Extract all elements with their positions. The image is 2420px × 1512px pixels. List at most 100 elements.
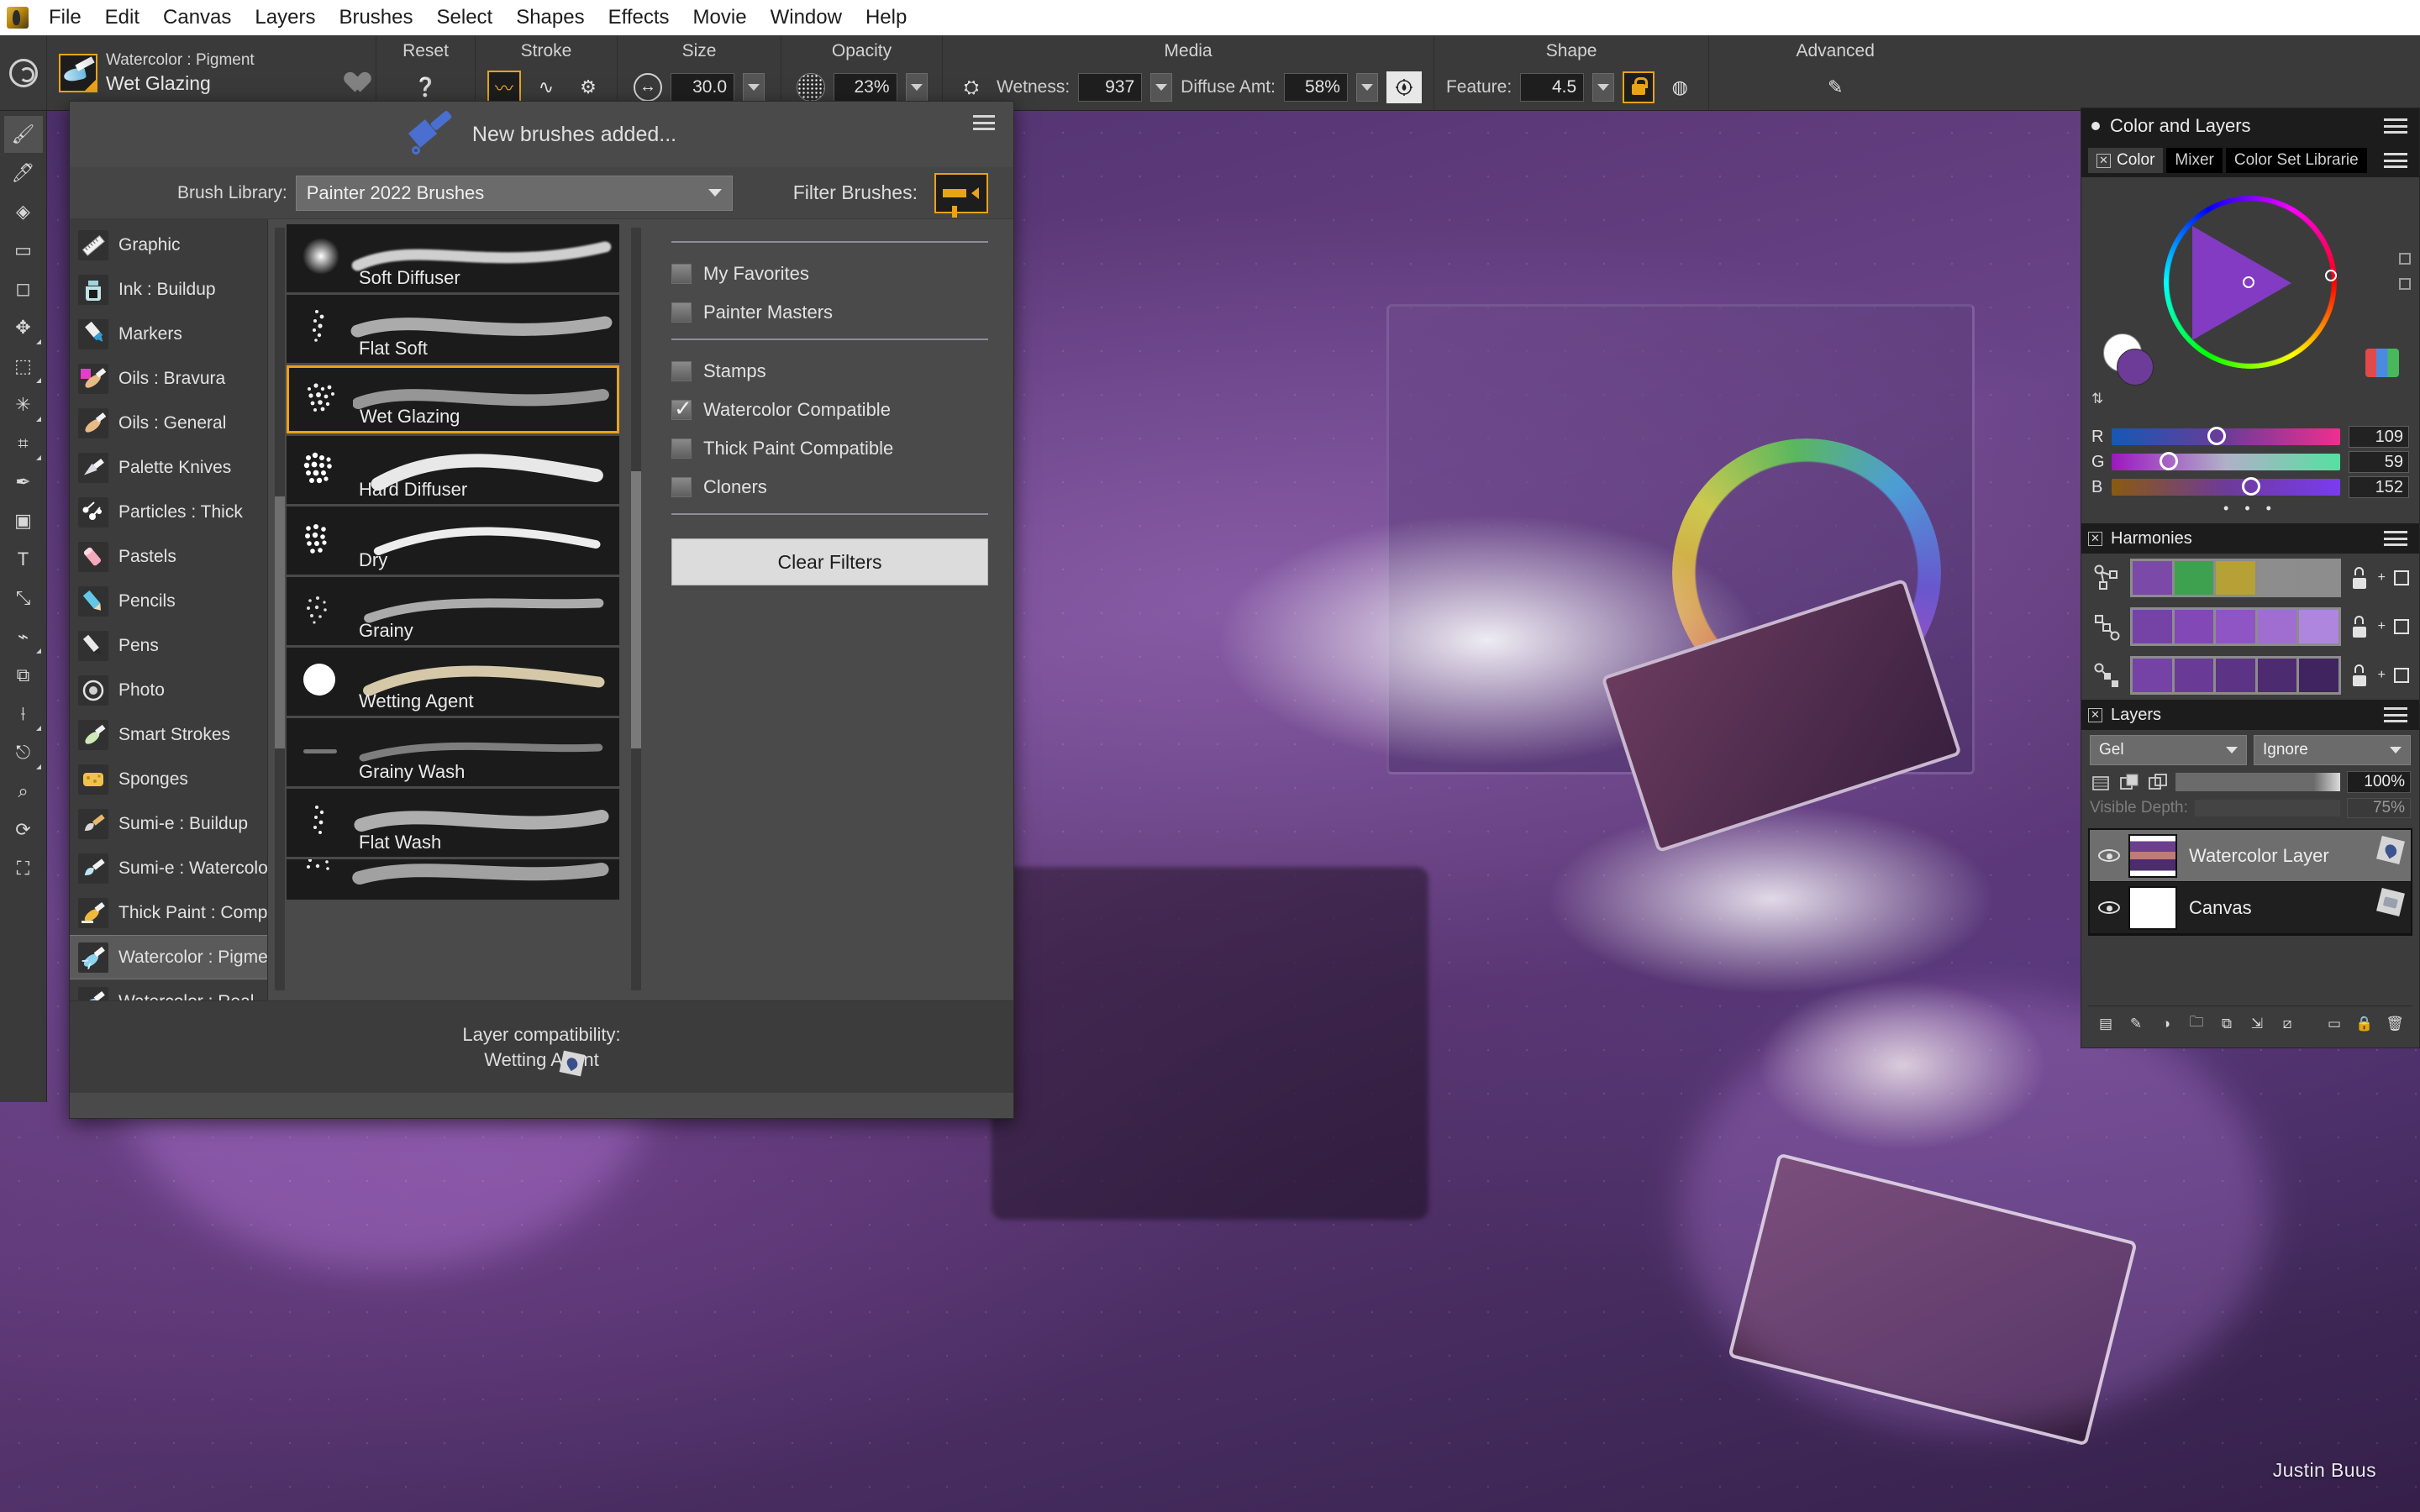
layer-list[interactable]: Watercolor Layer Canvas	[2088, 828, 2412, 936]
clear-filters-button[interactable]: Clear Filters	[671, 538, 988, 585]
filter-cloners[interactable]: Cloners	[671, 468, 988, 507]
tool-lasso[interactable]: ⬚	[4, 348, 43, 385]
tool-rectangle-select[interactable]: ▭	[4, 232, 43, 269]
rgb-row-g[interactable]: G 59	[2091, 449, 2409, 475]
tool-magnifier[interactable]: ⌕	[4, 773, 43, 810]
blend-mode-select[interactable]: Gel	[2090, 735, 2247, 765]
harmony-row-tints[interactable]: +	[2081, 602, 2419, 651]
harmony-swatches[interactable]	[2130, 559, 2341, 597]
advanced-brush-controls-icon[interactable]: ✎	[1818, 71, 1852, 104]
triangle-color-marker[interactable]	[2243, 276, 2254, 288]
brush-category-pens[interactable]: Pens	[70, 623, 267, 668]
feature-dropdown-icon[interactable]	[1592, 73, 1614, 102]
brush-variant-hard-diffuser[interactable]: Hard Diffuser	[287, 436, 619, 504]
diffuse-amount-value[interactable]: 58%	[1284, 73, 1348, 102]
layer-mask-icon[interactable]: ◑	[2155, 1014, 2177, 1034]
brush-category-oils-bravura[interactable]: Oils : Bravura	[70, 356, 267, 401]
add-swatch-icon[interactable]: +	[2378, 668, 2386, 683]
filter-thick-paint-compatible[interactable]: Thick Paint Compatible	[671, 429, 988, 468]
brush-category-thick-paint-compatible[interactable]: Thick Paint : Compatible	[70, 890, 267, 935]
brush-variant-soft-diffuser[interactable]: Soft Diffuser	[287, 224, 619, 292]
menu-edit[interactable]: Edit	[93, 3, 151, 32]
tool-text[interactable]: T	[4, 541, 43, 578]
tool-magic-wand[interactable]: ✳	[4, 386, 43, 423]
brush-category-graphic[interactable]: Graphic	[70, 223, 267, 267]
tool-pen[interactable]: ✒	[4, 464, 43, 501]
harmony-swatches[interactable]	[2130, 656, 2341, 695]
brush-variant-grainy[interactable]: Grainy	[287, 577, 619, 645]
current-brush-selector[interactable]: Watercolor : Pigment Wet Glazing	[47, 35, 376, 110]
brush-category-sponges[interactable]: Sponges	[70, 757, 267, 801]
diffuse-amount-dropdown-icon[interactable]	[1356, 73, 1378, 102]
checkbox[interactable]	[671, 438, 692, 459]
brush-size-icon[interactable]	[634, 73, 662, 102]
rgb-row-b[interactable]: B 152	[2091, 475, 2409, 500]
checkbox[interactable]	[671, 400, 692, 420]
stamp-icon[interactable]	[1386, 71, 1422, 103]
pick-up-underlying-color-icon[interactable]	[2118, 771, 2140, 793]
layer-row-canvas[interactable]: Canvas	[2090, 882, 2411, 934]
brush-library-select[interactable]: Painter 2022 Brushes	[296, 176, 733, 211]
brush-category-markers[interactable]: Markers	[70, 312, 267, 356]
close-icon[interactable]: ✕	[2088, 708, 2102, 722]
brush-category-oils-general[interactable]: Oils : General	[70, 401, 267, 445]
brush-size-dropdown-icon[interactable]	[743, 73, 765, 102]
preserve-transparency-icon[interactable]	[2147, 771, 2169, 793]
menu-layers[interactable]: Layers	[243, 3, 327, 32]
new-swatch-icon[interactable]	[2394, 619, 2409, 634]
tool-paint-bucket[interactable]: ◈	[4, 193, 43, 230]
menu-help[interactable]: Help	[854, 3, 918, 32]
new-layer-icon[interactable]: ▤	[2095, 1014, 2117, 1034]
layer-row-watercolor-layer[interactable]: Watercolor Layer	[2090, 830, 2411, 882]
tool-rectangle-shape[interactable]: ▣	[4, 502, 43, 539]
menu-movie[interactable]: Movie	[681, 3, 759, 32]
tab-color-set-libraries[interactable]: Color Set Librarie	[2226, 148, 2367, 173]
tool-perspective[interactable]: ⟊	[4, 696, 43, 732]
tool-grabber[interactable]: ⛶	[4, 850, 43, 887]
variant-scrollbar-thumb[interactable]	[631, 471, 641, 748]
primary-color-swatch[interactable]	[2117, 349, 2154, 386]
brush-shape-preview-icon[interactable]: ◍	[1663, 71, 1697, 104]
tool-mirror[interactable]: ⧉	[4, 657, 43, 694]
stroke-settings-icon[interactable]: ⚙	[571, 71, 605, 104]
tool-cloner[interactable]: ⎋	[4, 734, 43, 771]
dynamic-plugin-icon[interactable]: ✎	[2125, 1014, 2147, 1034]
brush-category-watercolor-real[interactable]: Watercolor : Real	[70, 979, 267, 1000]
brush-category-watercolor-pigment[interactable]: Watercolor : Pigment	[70, 935, 267, 979]
new-swatch-icon[interactable]	[2394, 570, 2409, 585]
brush-category-smart-strokes[interactable]: Smart Strokes	[70, 712, 267, 757]
checkbox[interactable]	[671, 361, 692, 381]
funnel-icon[interactable]	[934, 173, 988, 213]
close-icon[interactable]: ✕	[2088, 532, 2102, 546]
hamburger-icon[interactable]	[2384, 153, 2407, 168]
rgb-value-g[interactable]: 59	[2349, 451, 2409, 473]
close-icon[interactable]: ✕	[2096, 154, 2111, 168]
collapse-panel-icon[interactable]	[2399, 278, 2411, 290]
brush-variant-flat-soft[interactable]: Flat Soft	[287, 295, 619, 363]
brush-category-pastels[interactable]: Pastels	[70, 534, 267, 579]
tool-crop[interactable]: ⌗	[4, 425, 43, 462]
feature-value[interactable]: 4.5	[1520, 73, 1584, 102]
hamburger-icon[interactable]	[2384, 118, 2407, 134]
lock-layer-icon[interactable]: 🔒	[2354, 1014, 2375, 1034]
composite-icon[interactable]: ⧄	[2276, 1014, 2298, 1034]
slider-b[interactable]	[2112, 479, 2340, 496]
layer-opacity-slider[interactable]	[2175, 773, 2340, 791]
group-icon[interactable]: 🗀	[2186, 1014, 2207, 1034]
tool-dropper[interactable]: 🖊	[4, 155, 43, 192]
checkbox[interactable]	[671, 477, 692, 497]
color-more-options-icon[interactable]: • • •	[2091, 500, 2409, 515]
add-swatch-icon[interactable]: +	[2378, 619, 2386, 634]
media-layers-icon[interactable]: ⛭	[955, 71, 988, 104]
menu-effects[interactable]: Effects	[597, 3, 681, 32]
rgb-row-r[interactable]: R 109	[2091, 424, 2409, 449]
new-swatch-icon[interactable]	[2394, 668, 2409, 683]
saturation-value-triangle[interactable]	[2192, 226, 2291, 340]
brush-variant-dry[interactable]: Dry	[287, 507, 619, 575]
brush-category-palette-knives[interactable]: Palette Knives	[70, 445, 267, 490]
lock-transparency-icon[interactable]	[2090, 771, 2112, 793]
harmonies-section-header[interactable]: ✕ Harmonies	[2081, 523, 2419, 554]
menu-shapes[interactable]: Shapes	[504, 3, 596, 32]
wetness-dropdown-icon[interactable]	[1150, 73, 1172, 102]
brush-category-photo[interactable]: Photo	[70, 668, 267, 712]
